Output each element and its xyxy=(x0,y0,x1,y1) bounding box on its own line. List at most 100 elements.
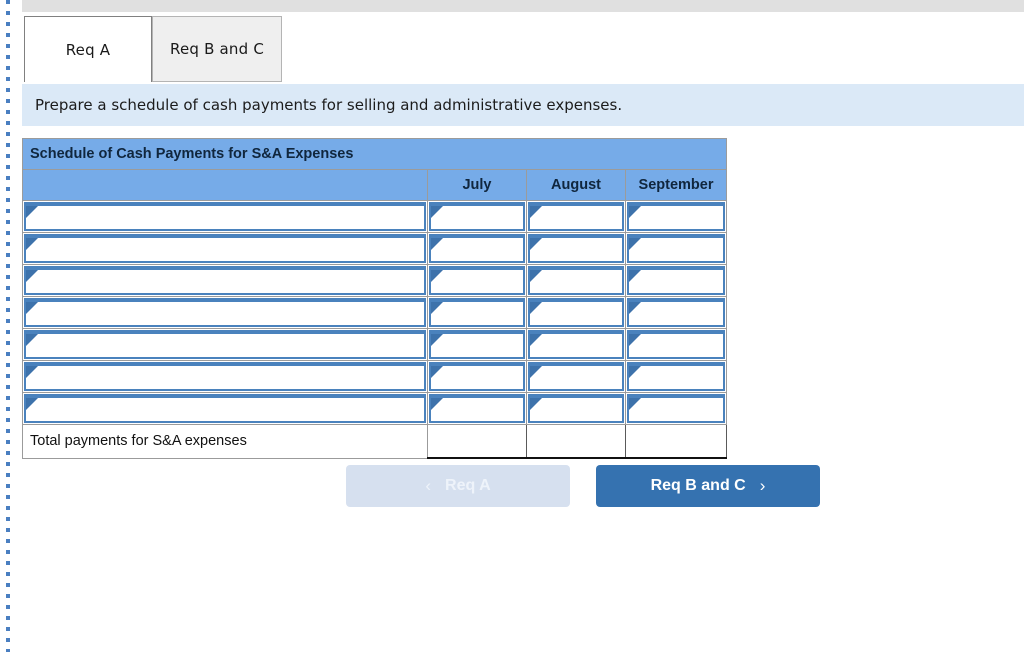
row-4-label-input[interactable] xyxy=(36,302,422,329)
dropdown-marker-icon[interactable] xyxy=(24,266,426,297)
table-row xyxy=(22,360,728,393)
row-2-september-input[interactable] xyxy=(639,238,722,265)
prev-requirement-button[interactable]: ‹ Req A xyxy=(346,465,570,507)
entry-cell-label[interactable] xyxy=(22,200,428,233)
entry-cell-september[interactable] xyxy=(624,328,728,361)
tab-req-b-and-c[interactable]: Req B and C xyxy=(152,16,282,82)
dropdown-marker-icon[interactable] xyxy=(24,202,426,233)
row-1-label-input[interactable] xyxy=(36,206,422,233)
dropdown-marker-icon[interactable] xyxy=(528,298,624,329)
dropdown-marker-icon[interactable] xyxy=(429,202,525,233)
entry-cell-july[interactable] xyxy=(427,232,527,265)
schedule-title: Schedule of Cash Payments for S&A Expens… xyxy=(21,138,728,170)
table-row xyxy=(22,264,728,297)
total-july-value xyxy=(427,424,527,459)
dropdown-marker-icon[interactable] xyxy=(429,234,525,265)
entry-cell-august[interactable] xyxy=(526,328,626,361)
row-5-label-input[interactable] xyxy=(36,334,422,361)
entry-cell-september[interactable] xyxy=(624,200,728,233)
dropdown-marker-icon[interactable] xyxy=(627,394,726,425)
dropdown-marker-icon[interactable] xyxy=(528,394,624,425)
dropdown-marker-icon[interactable] xyxy=(627,234,726,265)
dropdown-marker-icon[interactable] xyxy=(24,330,426,361)
entry-cell-label[interactable] xyxy=(22,392,428,425)
table-row xyxy=(22,328,728,361)
entry-cell-august[interactable] xyxy=(526,264,626,297)
entry-cell-september[interactable] xyxy=(624,264,728,297)
row-6-july-input[interactable] xyxy=(441,366,521,393)
entry-cell-july[interactable] xyxy=(427,264,527,297)
dropdown-marker-icon[interactable] xyxy=(528,202,624,233)
row-7-july-input[interactable] xyxy=(441,398,521,425)
dropdown-marker-icon[interactable] xyxy=(429,266,525,297)
row-2-label-input[interactable] xyxy=(36,238,422,265)
dropdown-marker-icon[interactable] xyxy=(528,266,624,297)
row-2-july-input[interactable] xyxy=(441,238,521,265)
dropdown-marker-icon[interactable] xyxy=(429,298,525,329)
entry-cell-july[interactable] xyxy=(427,328,527,361)
row-4-august-input[interactable] xyxy=(540,302,620,329)
row-5-september-input[interactable] xyxy=(639,334,722,361)
row-7-september-input[interactable] xyxy=(639,398,722,425)
entry-cell-label[interactable] xyxy=(22,296,428,329)
entry-cell-august[interactable] xyxy=(526,232,626,265)
dropdown-marker-icon[interactable] xyxy=(528,362,624,393)
dropdown-marker-icon[interactable] xyxy=(429,362,525,393)
dropdown-marker-icon[interactable] xyxy=(24,394,426,425)
entry-cell-september[interactable] xyxy=(624,360,728,393)
entry-cell-label[interactable] xyxy=(22,360,428,393)
dropdown-marker-icon[interactable] xyxy=(627,266,726,297)
row-3-july-input[interactable] xyxy=(441,270,521,297)
row-4-september-input[interactable] xyxy=(639,302,722,329)
dropdown-marker-icon[interactable] xyxy=(528,234,624,265)
total-september-value xyxy=(624,424,728,459)
entry-cell-label[interactable] xyxy=(22,264,428,297)
dropdown-marker-icon[interactable] xyxy=(627,362,726,393)
row-7-label-input[interactable] xyxy=(36,398,422,425)
row-1-august-input[interactable] xyxy=(540,206,620,233)
total-row-label: Total payments for S&A expenses xyxy=(22,424,428,459)
entry-cell-july[interactable] xyxy=(427,392,527,425)
table-row xyxy=(22,296,728,329)
dropdown-marker-icon[interactable] xyxy=(528,330,624,361)
entry-cell-label[interactable] xyxy=(22,232,428,265)
dropdown-marker-icon[interactable] xyxy=(429,394,525,425)
dropdown-marker-icon[interactable] xyxy=(24,298,426,329)
entry-cell-september[interactable] xyxy=(624,392,728,425)
row-5-july-input[interactable] xyxy=(441,334,521,361)
entry-cell-july[interactable] xyxy=(427,296,527,329)
dropdown-marker-icon[interactable] xyxy=(24,362,426,393)
row-7-august-input[interactable] xyxy=(540,398,620,425)
dropdown-marker-icon[interactable] xyxy=(627,298,726,329)
entry-cell-august[interactable] xyxy=(526,392,626,425)
tab-req-b-and-c-label: Req B and C xyxy=(170,40,264,58)
entry-cell-july[interactable] xyxy=(427,360,527,393)
row-3-label-input[interactable] xyxy=(36,270,422,297)
table-row xyxy=(22,232,728,265)
row-6-september-input[interactable] xyxy=(639,366,722,393)
next-requirement-button[interactable]: Req B and C › xyxy=(596,465,820,507)
row-6-label-input[interactable] xyxy=(36,366,422,393)
dropdown-marker-icon[interactable] xyxy=(24,234,426,265)
entry-cell-september[interactable] xyxy=(624,296,728,329)
row-3-september-input[interactable] xyxy=(639,270,722,297)
dropdown-marker-icon[interactable] xyxy=(627,202,726,233)
entry-cell-august[interactable] xyxy=(526,200,626,233)
entry-cell-label[interactable] xyxy=(22,328,428,361)
dropdown-marker-icon[interactable] xyxy=(429,330,525,361)
row-3-august-input[interactable] xyxy=(540,270,620,297)
row-5-august-input[interactable] xyxy=(540,334,620,361)
row-1-september-input[interactable] xyxy=(639,206,722,233)
entry-cell-august[interactable] xyxy=(526,296,626,329)
row-2-august-input[interactable] xyxy=(540,238,620,265)
entry-cell-september[interactable] xyxy=(624,232,728,265)
entry-cell-july[interactable] xyxy=(427,200,527,233)
tab-req-a[interactable]: Req A xyxy=(24,16,152,82)
row-1-july-input[interactable] xyxy=(441,206,521,233)
row-4-july-input[interactable] xyxy=(441,302,521,329)
dropdown-marker-icon[interactable] xyxy=(627,330,726,361)
chevron-left-icon: ‹ xyxy=(425,476,432,495)
row-6-august-input[interactable] xyxy=(540,366,620,393)
column-header-august: August xyxy=(526,169,626,201)
entry-cell-august[interactable] xyxy=(526,360,626,393)
